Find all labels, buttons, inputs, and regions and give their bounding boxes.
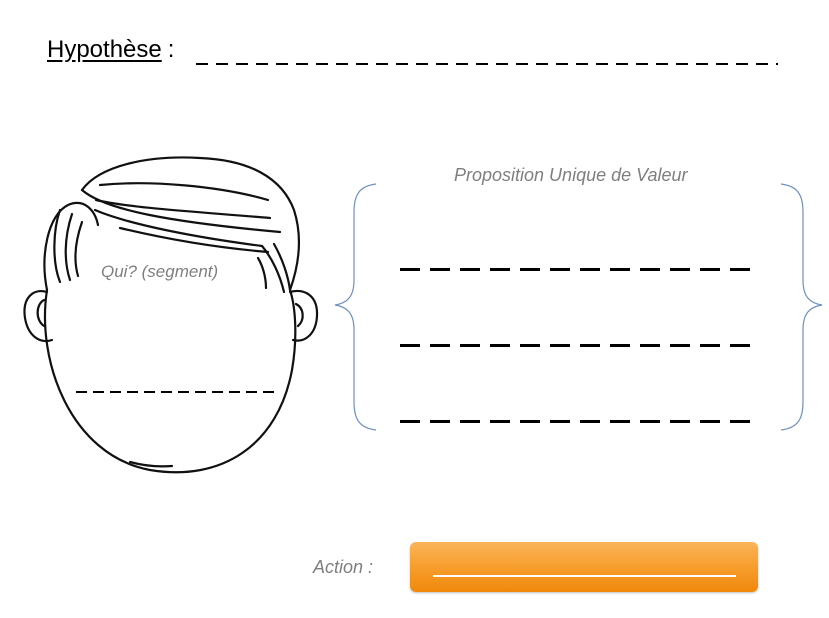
value-proposition-blank-line-3[interactable] (400, 420, 757, 423)
segment-label: Qui? (segment) (101, 262, 219, 281)
left-brace-icon (334, 183, 377, 431)
value-proposition-title: Proposition Unique de Valeur (454, 165, 688, 185)
right-brace-icon (780, 183, 823, 431)
action-blank-line (433, 575, 736, 577)
value-proposition-blank-line-2[interactable] (400, 344, 757, 347)
value-proposition-blank-line-1[interactable] (400, 268, 757, 271)
face-outline (43, 288, 297, 474)
segment-blank-line[interactable] (76, 391, 274, 393)
worksheet-page: Hypothèse: Qui? (segment) Proposition Un… (0, 0, 829, 618)
head-drawing-icon (23, 156, 823, 474)
action-button[interactable] (410, 542, 758, 592)
action-label: Action : (313, 557, 374, 577)
